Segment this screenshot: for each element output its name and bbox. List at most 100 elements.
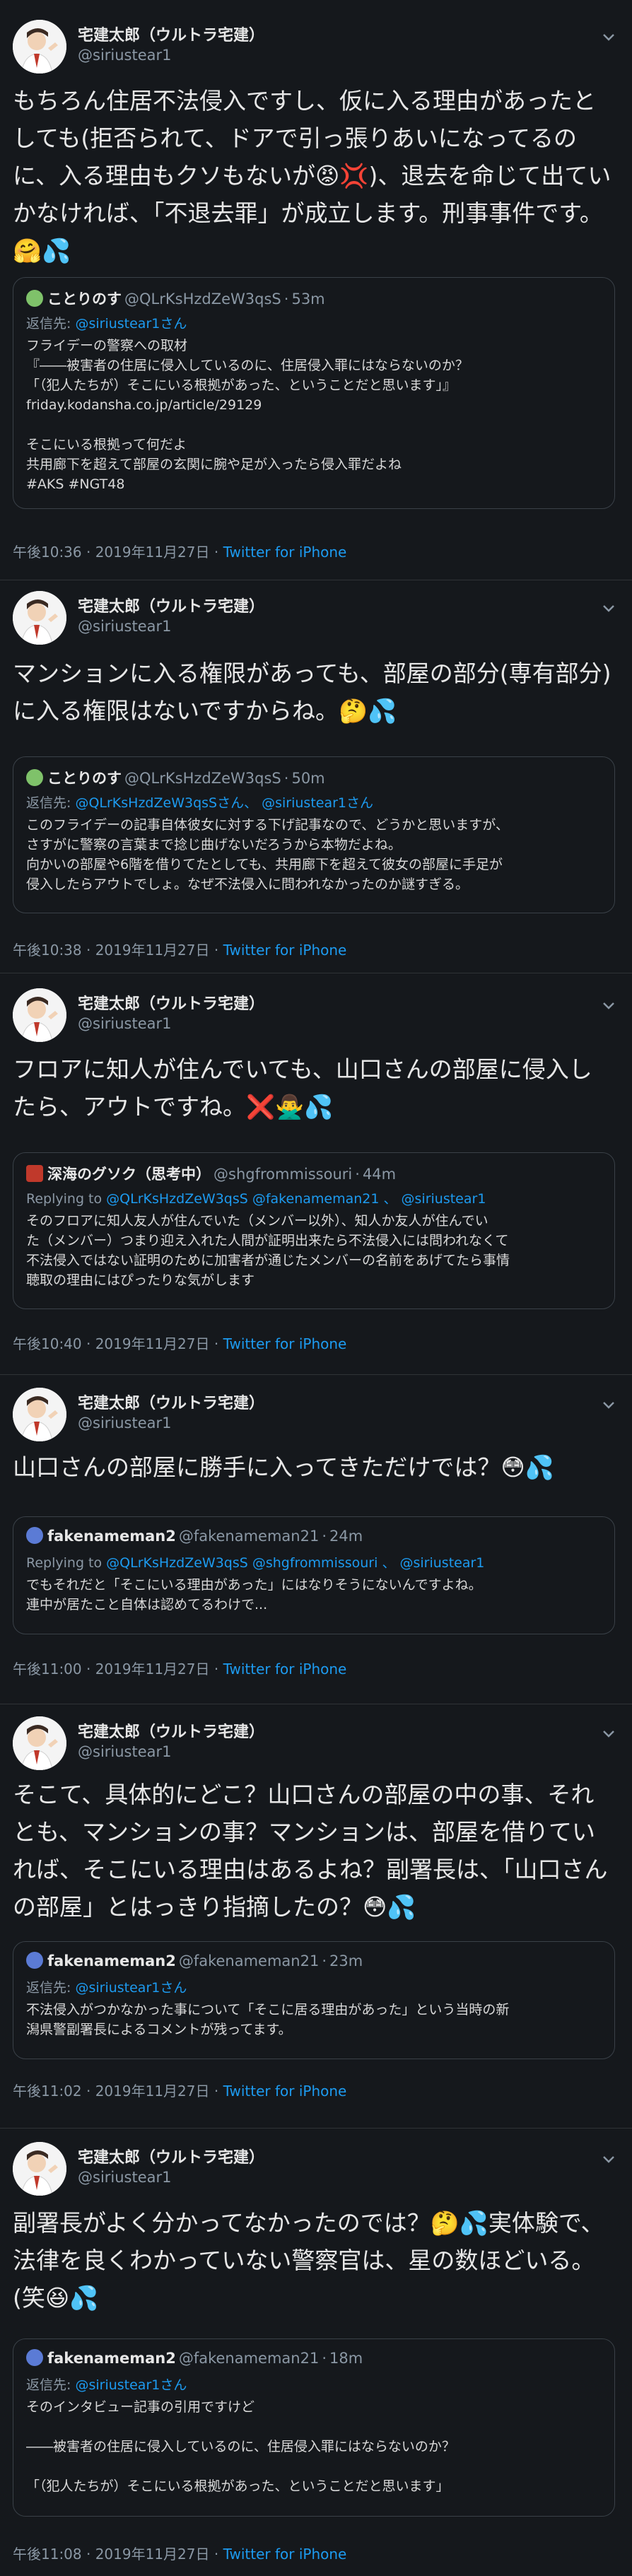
quoted-text: このフライデーの記事自体彼女に対する下げ記事なので、どうかと思いますが、 さすが…: [26, 817, 509, 892]
avatar: [26, 1165, 43, 1182]
quoted-tweet-header: fakenameman2 @fakenameman21 · 18m: [26, 2349, 363, 2373]
tweet-text: 山口さんの部屋に勝手に入ってきただけでは？😳💦: [13, 1453, 554, 1481]
tweet[interactable]: 宅建太郎（ウルトラ宅建） @siriustear1 副署長がよく分かってなかった…: [0, 2136, 632, 2575]
quoted-text: 不法侵入がつかなかった事について「そこに居る理由があった」という当時の新 潟県警…: [26, 2002, 510, 2037]
tweet-meta: 午後11:08 · 2019年11月27日 · Twitter for iPho…: [13, 2543, 346, 2563]
avatar[interactable]: [13, 20, 66, 74]
author-handle[interactable]: @siriustear1: [78, 47, 172, 64]
quoted-author-name: ことりのす: [47, 770, 122, 787]
tweet-time[interactable]: 午後11:00 · 2019年11月27日 ·: [13, 1661, 218, 1678]
reply-prefix: Replying to: [26, 1191, 103, 1207]
quoted-time: 23m: [329, 1953, 363, 1969]
reply-context: 返信先: @siriustear1さん: [26, 2375, 187, 2394]
quoted-author-name: fakenameman2: [47, 1953, 176, 1969]
quoted-time: 24m: [329, 1528, 363, 1545]
tweet-text: もちろん住居不法侵入ですし、仮に入る理由があったとしても(拒否られて、ドアで引っ…: [13, 87, 611, 264]
avatar[interactable]: [13, 2142, 66, 2196]
avatar[interactable]: [13, 1716, 66, 1770]
chevron-down-icon[interactable]: [598, 1395, 619, 1416]
quoted-tweet-header: fakenameman2 @fakenameman21 · 24m: [26, 1527, 363, 1551]
quoted-text: そのフロアに知人友人が住んでいた（メンバー以外）、知人か友人が住んでい た（メン…: [26, 1213, 510, 1288]
tweet-time[interactable]: 午後11:08 · 2019年11月27日 ·: [13, 2546, 218, 2563]
separator-dot: ·: [322, 1528, 327, 1545]
reply-to-link[interactable]: @QLrKsHzdZeW3qsS @shgfrommissouri 、 @sir…: [106, 1555, 484, 1571]
quoted-author-handle: @QLrKsHzdZeW3qsS: [124, 291, 281, 308]
chevron-down-icon[interactable]: [598, 1723, 619, 1745]
author-handle[interactable]: @siriustear1: [78, 2169, 172, 2186]
tweet-header: 宅建太郎（ウルトラ宅建） @siriustear1: [13, 1711, 619, 1770]
quoted-tweet[interactable]: ことりのす @QLrKsHzdZeW3qsS · 53m 返信先: @siriuste…: [13, 277, 615, 509]
quoted-tweet[interactable]: fakenameman2 @fakenameman21 · 24m Replying …: [13, 1516, 615, 1634]
tweet-time[interactable]: 午後10:40 · 2019年11月27日 ·: [13, 1335, 218, 1352]
tweet-meta: 午後11:00 · 2019年11月27日 · Twitter for iPho…: [13, 1658, 346, 1678]
chevron-down-icon[interactable]: [598, 2149, 619, 2170]
tweet-source-link[interactable]: Twitter for iPhone: [223, 1661, 347, 1678]
avatar: [26, 2349, 43, 2366]
tweet[interactable]: 宅建太郎（ウルトラ宅建） @siriustear1 もちろん住居不法侵入ですし、…: [0, 14, 632, 573]
tweet-source-link[interactable]: Twitter for iPhone: [223, 544, 347, 561]
tweet-header: 宅建太郎（ウルトラ宅建） @siriustear1: [13, 14, 619, 74]
chevron-down-icon[interactable]: [598, 995, 619, 1017]
chevron-down-icon[interactable]: [598, 598, 619, 619]
quoted-text: でもそれだと「そこにいる理由があった」にはなりそうにないんですよね。 連中が居た…: [26, 1577, 482, 1612]
avatar[interactable]: [13, 988, 66, 1042]
tweet-header: 宅建太郎（ウルトラ宅建） @siriustear1: [13, 1382, 619, 1441]
tweet[interactable]: 宅建太郎（ウルトラ宅建） @siriustear1 そこて、具体的にどこ？山口さ…: [0, 1711, 632, 2128]
reply-context: Replying to @QLrKsHzdZeW3qsS @fakenamema…: [26, 1188, 486, 1207]
quoted-tweet[interactable]: fakenameman2 @fakenameman21 · 23m 返信先: @sir…: [13, 1941, 615, 2059]
tweet[interactable]: 宅建太郎（ウルトラ宅建） @siriustear1 山口さんの部屋に勝手に入って…: [0, 1382, 632, 1693]
tweet-source-link[interactable]: Twitter for iPhone: [223, 1335, 347, 1352]
quoted-author-name: fakenameman2: [47, 2350, 176, 2367]
tweet-source-link[interactable]: Twitter for iPhone: [223, 2083, 347, 2100]
reply-to-link[interactable]: @QLrKsHzdZeW3qsSさん、 @siriustear1さん: [75, 795, 373, 811]
reply-to-link[interactable]: @siriustear1さん: [75, 2377, 187, 2393]
tweet-meta: 午後10:40 · 2019年11月27日 · Twitter for iPho…: [13, 1333, 346, 1353]
avatar[interactable]: [13, 1388, 66, 1441]
reply-context: Replying to @QLrKsHzdZeW3qsS @shgfrommis…: [26, 1552, 484, 1571]
author-handle[interactable]: @siriustear1: [78, 1743, 172, 1760]
reply-to-link[interactable]: @QLrKsHzdZeW3qsS @fakenameman21 、 @siriu…: [106, 1191, 486, 1207]
tweet-header: 宅建太郎（ウルトラ宅建） @siriustear1: [13, 983, 619, 1042]
author-name[interactable]: 宅建太郎（ウルトラ宅建）: [78, 594, 264, 616]
tweet-time[interactable]: 午後10:38 · 2019年11月27日 ·: [13, 942, 218, 959]
chevron-down-icon[interactable]: [598, 27, 619, 48]
tweet-time[interactable]: 午後10:36 · 2019年11月27日 ·: [13, 544, 218, 561]
separator-dot: ·: [283, 291, 289, 308]
reply-prefix: 返信先:: [26, 2377, 71, 2393]
reply-to-link[interactable]: @siriustear1さん: [75, 1980, 187, 1996]
quoted-author-handle: @shgfrommissouri: [213, 1166, 353, 1183]
separator-dot: ·: [322, 2350, 327, 2367]
quoted-author-handle: @fakenameman21: [178, 1528, 320, 1545]
tweet[interactable]: 宅建太郎（ウルトラ宅建） @siriustear1 マンションに入る権限があって…: [0, 585, 632, 967]
quoted-time: 53m: [291, 291, 325, 308]
author-name[interactable]: 宅建太郎（ウルトラ宅建）: [78, 2145, 264, 2167]
reply-to-link[interactable]: @siriustear1さん: [75, 316, 187, 332]
author-handle[interactable]: @siriustear1: [78, 1015, 172, 1032]
author-name[interactable]: 宅建太郎（ウルトラ宅建）: [78, 991, 264, 1014]
author-handle[interactable]: @siriustear1: [78, 618, 172, 635]
tweet-time[interactable]: 午後11:02 · 2019年11月27日 ·: [13, 2083, 218, 2100]
quoted-text: そのインタビュー記事の引用ですけど ――被害者の住居に侵入しているのに、住居侵入…: [26, 2399, 455, 2494]
separator-dot: ·: [283, 770, 289, 787]
tweet-meta: 午後10:36 · 2019年11月27日 · Twitter for iPho…: [13, 541, 346, 561]
quoted-text: フライデーの警察への取材 『――被害者の住居に侵入しているのに、住居侵入罪にはな…: [26, 338, 469, 492]
quoted-tweet-header: ことりのす @QLrKsHzdZeW3qsS · 53m: [26, 288, 325, 312]
tweet-source-link[interactable]: Twitter for iPhone: [223, 2546, 347, 2563]
avatar[interactable]: [13, 591, 66, 645]
quoted-tweet[interactable]: ことりのす @QLrKsHzdZeW3qsS · 50m 返信先: @QLrKsHzd…: [13, 756, 615, 913]
author-name[interactable]: 宅建太郎（ウルトラ宅建）: [78, 1391, 264, 1413]
reply-prefix: 返信先:: [26, 1980, 71, 1996]
quoted-tweet[interactable]: fakenameman2 @fakenameman21 · 18m 返信先: @sir…: [13, 2338, 615, 2517]
quoted-author-name: ことりのす: [47, 291, 122, 308]
tweet-source-link[interactable]: Twitter for iPhone: [223, 942, 347, 959]
divider: [0, 1374, 632, 1375]
quoted-time: 44m: [362, 1166, 397, 1183]
quoted-tweet[interactable]: 深海のグソク（思考中） @shgfrommissouri · 44m Replying…: [13, 1152, 615, 1309]
author-handle[interactable]: @siriustear1: [78, 1415, 172, 1432]
tweet[interactable]: 宅建太郎（ウルトラ宅建） @siriustear1 フロアに知人が住んでいても、…: [0, 983, 632, 1364]
avatar: [26, 1952, 43, 1969]
reply-context: 返信先: @siriustear1さん: [26, 1977, 187, 1996]
author-name[interactable]: 宅建太郎（ウルトラ宅建）: [78, 23, 264, 45]
separator-dot: ·: [355, 1166, 360, 1183]
author-name[interactable]: 宅建太郎（ウルトラ宅建）: [78, 1719, 264, 1742]
